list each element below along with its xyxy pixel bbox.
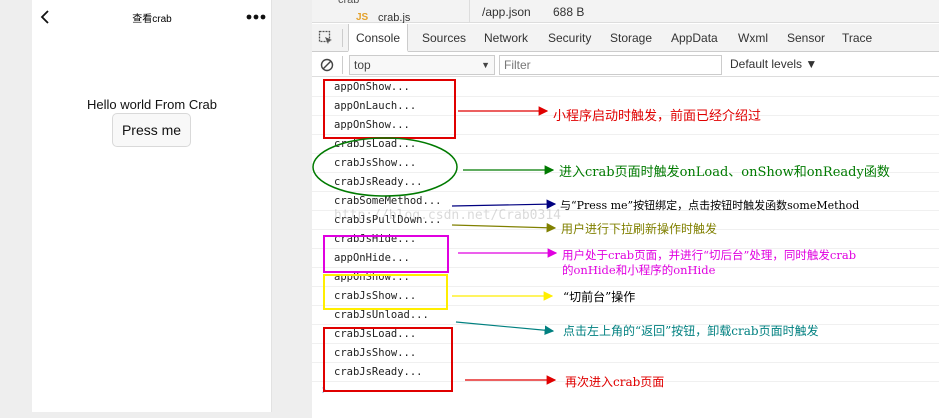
console-line: crabSomeMethod... xyxy=(312,192,939,211)
press-me-button[interactable]: Press me xyxy=(112,113,191,147)
clear-console-icon[interactable] xyxy=(320,58,334,72)
tab-wxml[interactable]: Wxml xyxy=(738,24,768,52)
console-line: crabJsPullDown... xyxy=(312,211,939,230)
console-line: crabJsLoad... xyxy=(312,325,939,344)
console-line: crabJsLoad... xyxy=(312,135,939,154)
console-line: appOnShow... xyxy=(312,116,939,135)
console-line: crabJsShow... xyxy=(312,344,939,363)
console-line: appOnLauch... xyxy=(312,97,939,116)
tab-security[interactable]: Security xyxy=(548,24,591,52)
devtools-tabbar: Console Sources Network Security Storage… xyxy=(312,24,939,52)
more-dots-icon[interactable] xyxy=(246,13,266,21)
js-file-icon: JS xyxy=(356,12,369,23)
tab-network[interactable]: Network xyxy=(484,24,528,52)
tab-separator xyxy=(342,29,343,47)
page-title: 查看crab xyxy=(132,14,172,25)
tab-appdata[interactable]: AppData xyxy=(671,24,718,52)
console-line: crabJsHide... xyxy=(312,230,939,249)
console-line: crabJsShow... xyxy=(312,154,939,173)
tree-file-label[interactable]: crab.js xyxy=(378,12,410,23)
console-toolbar: top ▼ Default levels ▼ xyxy=(312,53,939,77)
tab-sources[interactable]: Sources xyxy=(422,24,466,52)
file-path: /app.json xyxy=(482,5,531,19)
dropdown-arrow-icon: ▼ xyxy=(481,60,490,70)
console-log: appOnShow... appOnLauch... appOnShow... … xyxy=(312,78,939,418)
toolbar-separator xyxy=(342,56,343,74)
tab-storage[interactable]: Storage xyxy=(610,24,652,52)
console-line: crabJsShow... xyxy=(312,287,939,306)
console-line: appOnShow... xyxy=(312,78,939,97)
tab-trace[interactable]: Trace xyxy=(842,24,872,52)
console-line: appOnShow... xyxy=(312,268,939,287)
console-line: crabJsReady... xyxy=(312,173,939,192)
file-strip: crab JS crab.js /app.json 688 B xyxy=(312,0,939,23)
filter-input[interactable] xyxy=(499,55,722,75)
console-line: crabJsReady... xyxy=(312,363,939,382)
console-prompt-icon[interactable]: › xyxy=(320,383,328,398)
navigation-bar: 查看crab xyxy=(32,0,272,34)
hello-text: Hello world From Crab xyxy=(86,97,218,112)
console-line: crabJsUnload... xyxy=(312,306,939,325)
file-size: 688 B xyxy=(553,5,585,19)
console-line: appOnHide... xyxy=(312,249,939,268)
devtools-panel: crab JS crab.js /app.json 688 B Console … xyxy=(312,0,939,418)
inspect-element-icon[interactable] xyxy=(318,30,334,46)
levels-select[interactable]: Default levels ▼ xyxy=(730,57,817,71)
tree-folder-label[interactable]: crab xyxy=(338,0,359,6)
tab-sensor[interactable]: Sensor xyxy=(787,24,825,52)
context-select[interactable]: top ▼ xyxy=(349,55,495,75)
tab-console[interactable]: Console xyxy=(348,24,408,52)
file-tree: crab JS crab.js xyxy=(312,0,470,23)
simulator-phone: 查看crab Hello world From Crab Press me xyxy=(32,0,272,412)
context-value: top xyxy=(354,58,371,72)
